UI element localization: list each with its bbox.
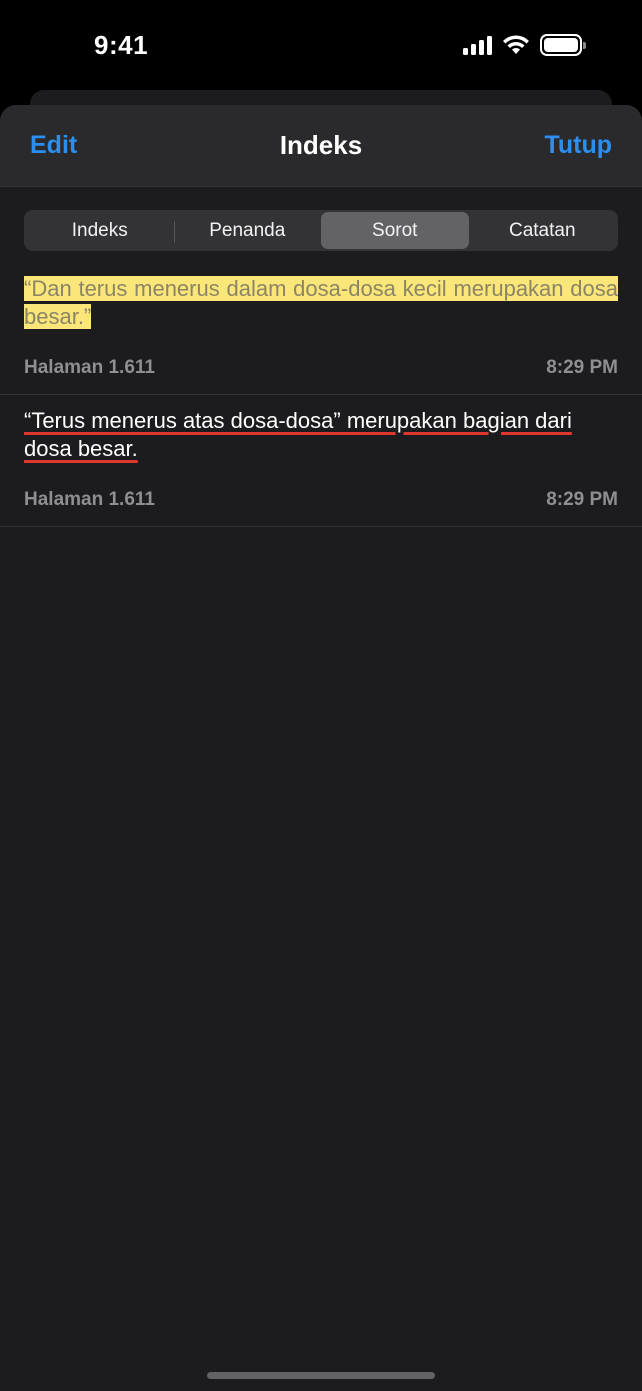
tab-penanda-label: Penanda: [209, 219, 286, 241]
entry-time: 8:29 PM: [546, 489, 618, 510]
entry-meta: Halaman 1.611 8:29 PM: [24, 489, 618, 511]
segmented-control: Indeks Penanda Sorot Catatan: [24, 210, 618, 251]
entry-meta: Halaman 1.611 8:29 PM: [24, 357, 618, 379]
row-separator: [0, 394, 642, 395]
status-icons: [463, 34, 586, 56]
underline-entry[interactable]: “Terus menerus atas dosa-dosa” merupakan…: [24, 407, 618, 463]
tab-indeks[interactable]: Indeks: [26, 212, 174, 249]
status-time: 9:41: [94, 30, 149, 60]
entry-page: Halaman 1.611: [24, 489, 155, 510]
home-indicator: [207, 1372, 435, 1379]
cellular-signal-icon: [463, 35, 492, 55]
tab-penanda[interactable]: Penanda: [173, 212, 322, 249]
entry-time: 8:29 PM: [546, 357, 618, 378]
highlight-text-content: “Dan terus menerus dalam dosa-dosa kecil…: [24, 276, 618, 329]
close-button[interactable]: Tutup: [544, 131, 612, 160]
wifi-icon: [503, 35, 529, 54]
underline-text-content: “Terus menerus atas dosa-dosa” merupakan…: [24, 408, 572, 461]
highlight-entry[interactable]: “Dan terus menerus dalam dosa-dosa kecil…: [24, 275, 618, 331]
underline-text: “Terus menerus atas dosa-dosa” merupakan…: [24, 407, 618, 463]
navigation-bar: Edit Indeks Tutup: [0, 105, 642, 187]
segment-divider: [173, 221, 175, 243]
entry-page: Halaman 1.611: [24, 357, 155, 378]
tab-catatan[interactable]: Catatan: [469, 212, 617, 249]
status-bar: 9:41: [0, 0, 642, 96]
tab-sorot[interactable]: Sorot: [321, 212, 469, 249]
row-separator: [0, 526, 642, 527]
index-sheet: Edit Indeks Tutup Indeks Penanda Sorot C…: [0, 105, 642, 1391]
highlight-text: “Dan terus menerus dalam dosa-dosa kecil…: [24, 275, 618, 331]
battery-icon: [540, 34, 586, 56]
